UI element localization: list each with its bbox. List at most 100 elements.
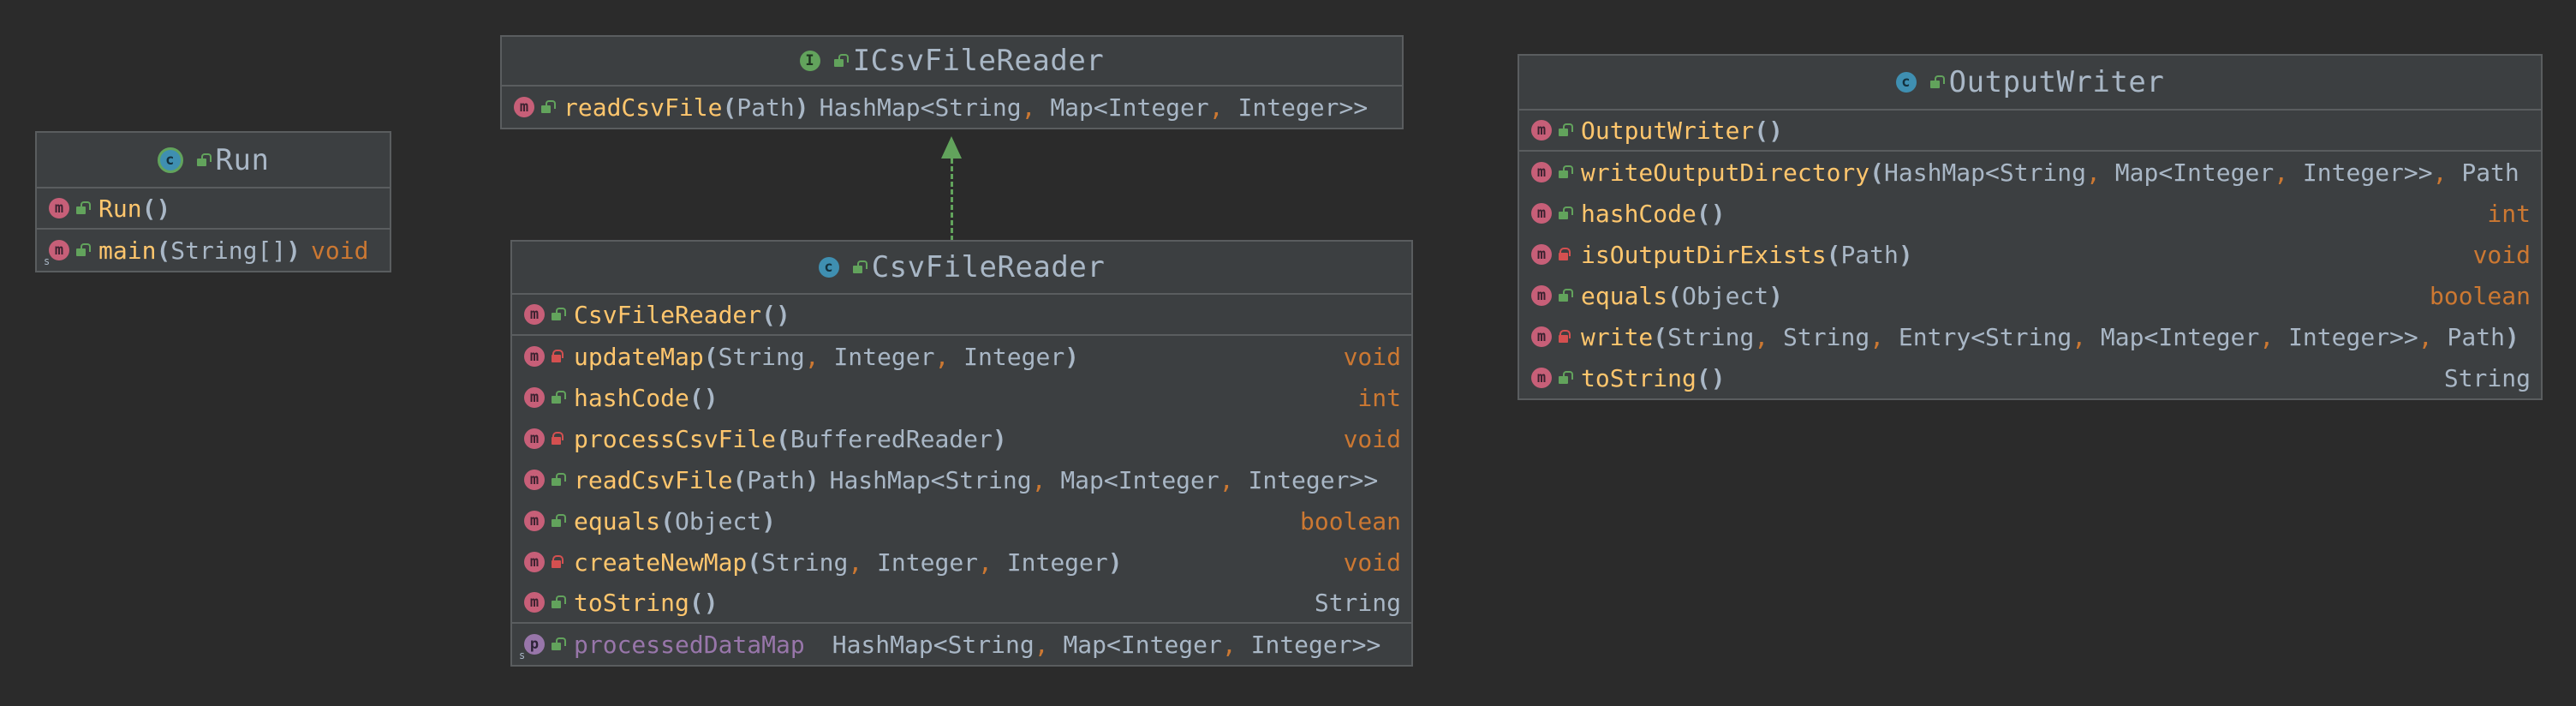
close-paren: ) xyxy=(992,424,1007,453)
method-row[interactable]: m isOutputDirExists(Path) void xyxy=(1519,234,2541,275)
method-row[interactable]: m readCsvFile(Path) HashMap<String, Map<… xyxy=(502,87,1402,128)
public-lock-icon xyxy=(75,243,86,257)
comma-separator: , xyxy=(2432,158,2448,187)
comma-separator: , xyxy=(1869,322,1885,351)
method-params: String, Integer, Integer xyxy=(761,547,1108,577)
method-icon: m xyxy=(1531,244,1552,265)
method-row[interactable]: m updateMap(String, Integer, Integer) vo… xyxy=(512,336,1411,377)
property-row[interactable]: p processedDataMap HashMap<String, Map<I… xyxy=(512,624,1411,665)
class-box-csvfilereader[interactable]: c CsvFileReader m CsvFileReader() m upda… xyxy=(510,240,1413,667)
method-row[interactable]: m OutputWriter() xyxy=(1519,111,2541,152)
method-row[interactable]: m readCsvFile(Path) HashMap<String, Map<… xyxy=(512,459,1411,500)
return-type: void xyxy=(1343,342,1401,371)
class-box-outputwriter[interactable]: c OutputWriter m OutputWriter() m writeO… xyxy=(1518,54,2543,400)
abstract-method-icon: m xyxy=(514,97,534,117)
class-icon: c xyxy=(818,257,839,278)
method-icon: m xyxy=(1531,162,1552,182)
comma-separator: , xyxy=(1221,630,1237,659)
open-paren: ( xyxy=(1667,281,1683,310)
method-name: Run xyxy=(98,194,142,223)
method-icon: m xyxy=(1531,120,1552,141)
class-box-run[interactable]: c Run m Run() m main(String[]) void s xyxy=(35,131,391,272)
open-paren: ( xyxy=(1653,322,1668,351)
return-type: void xyxy=(1343,547,1401,577)
method-icon: m xyxy=(524,552,545,572)
implements-arrow-head xyxy=(941,136,962,159)
public-lock-icon xyxy=(1558,206,1569,220)
property-icon: p xyxy=(524,634,545,655)
method-row[interactable]: m main(String[]) void s xyxy=(37,230,390,271)
close-paren: ) xyxy=(286,236,301,265)
class-header-outputwriter[interactable]: c OutputWriter xyxy=(1519,56,2541,111)
comma-separator: , xyxy=(804,342,820,371)
comma-separator: , xyxy=(1031,465,1046,494)
method-name: isOutputDirExists xyxy=(1581,240,1827,269)
open-paren: ( xyxy=(703,342,719,371)
implements-arrow-line xyxy=(951,159,953,241)
public-lock-icon xyxy=(1558,123,1569,137)
method-row[interactable]: m equals(Object) boolean xyxy=(1519,275,2541,316)
method-icon: m xyxy=(524,428,545,449)
return-type: String xyxy=(1314,588,1401,617)
method-name: OutputWriter xyxy=(1581,116,1755,145)
method-icon: m xyxy=(1531,326,1552,347)
interface-icon: I xyxy=(799,51,820,71)
parens: () xyxy=(1696,199,1726,228)
public-lock-icon xyxy=(1558,371,1569,385)
comma-separator: , xyxy=(2418,322,2433,351)
property-type: HashMap<String, Map<Integer, Integer>> xyxy=(832,630,1381,659)
close-paren: ) xyxy=(794,93,809,122)
method-name: hashCode xyxy=(574,383,689,412)
method-row[interactable]: m Run() xyxy=(37,188,390,230)
public-lock-icon xyxy=(551,391,562,404)
method-name: write xyxy=(1581,322,1654,351)
public-lock-icon xyxy=(1558,165,1569,179)
return-type: HashMap<String, Map<Integer, Integer>> xyxy=(819,93,1368,122)
method-name: equals xyxy=(574,506,661,535)
return-type: String xyxy=(2443,363,2531,392)
method-name: main xyxy=(98,236,157,265)
method-icon: m xyxy=(49,198,69,218)
method-row[interactable]: m createNewMap(String, Integer, Integer)… xyxy=(512,541,1411,583)
return-type: int xyxy=(2487,199,2531,228)
class-box-icsvfilereader[interactable]: I ICsvFileReader m readCsvFile(Path) Has… xyxy=(500,35,1404,129)
method-icon: m xyxy=(524,304,545,325)
class-header-icsvfilereader[interactable]: I ICsvFileReader xyxy=(502,37,1402,87)
class-header-run[interactable]: c Run xyxy=(37,133,390,188)
method-name: toString xyxy=(1581,363,1696,392)
method-row[interactable]: m equals(Object) boolean xyxy=(512,500,1411,541)
method-row[interactable]: m hashCode() int xyxy=(1519,193,2541,234)
private-lock-icon xyxy=(1558,248,1571,261)
method-row[interactable]: m write(String, String, Entry<String, Ma… xyxy=(1519,316,2541,357)
method-row[interactable]: m toString() String xyxy=(1519,357,2541,398)
method-name: CsvFileReader xyxy=(574,300,762,329)
close-paren: ) xyxy=(2504,322,2519,351)
method-icon: m xyxy=(524,470,545,490)
method-row[interactable]: m writeOutputDirectory(HashMap<String, M… xyxy=(1519,152,2541,193)
close-paren: ) xyxy=(761,506,777,535)
method-name: hashCode xyxy=(1581,199,1696,228)
return-type: void xyxy=(311,236,369,265)
private-lock-icon xyxy=(551,555,564,569)
method-name: equals xyxy=(1581,281,1668,310)
method-name: createNewMap xyxy=(574,547,748,577)
method-icon: m xyxy=(524,346,545,367)
public-lock-icon xyxy=(540,100,552,114)
public-lock-icon xyxy=(1929,75,1941,89)
return-type: HashMap<String, Map<Integer, Integer>> xyxy=(829,465,1379,494)
class-header-csvfilereader[interactable]: c CsvFileReader xyxy=(512,242,1411,295)
method-name: readCsvFile xyxy=(574,465,733,494)
open-paren: ( xyxy=(722,93,737,122)
method-row[interactable]: m toString() String xyxy=(512,583,1411,624)
open-paren: () xyxy=(141,194,171,223)
main-class-icon: c xyxy=(157,147,183,173)
method-icon: m xyxy=(49,240,69,260)
method-row[interactable]: m hashCode() int xyxy=(512,377,1411,418)
parens: () xyxy=(1754,116,1784,145)
method-row[interactable]: m CsvFileReader() xyxy=(512,295,1411,336)
method-icon: m xyxy=(524,387,545,408)
open-paren: ( xyxy=(156,236,171,265)
comma-separator: , xyxy=(2259,322,2275,351)
method-icon: m xyxy=(1531,203,1552,224)
method-row[interactable]: m processCsvFile(BufferedReader) void xyxy=(512,418,1411,459)
